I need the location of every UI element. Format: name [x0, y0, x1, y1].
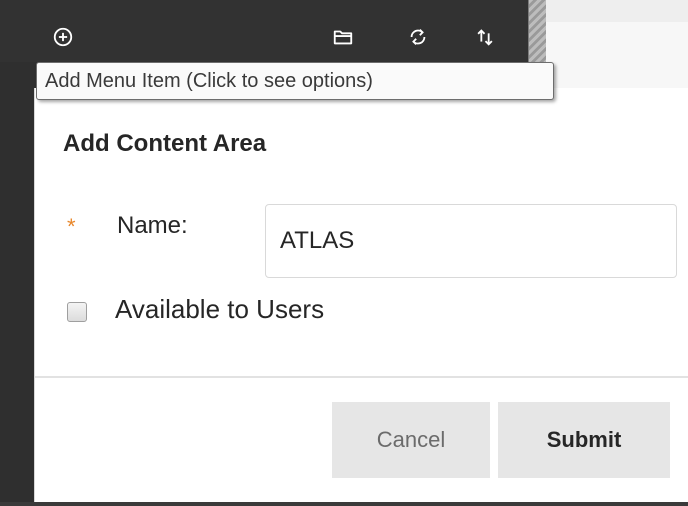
dialog-divider [35, 376, 688, 378]
refresh-glyph [410, 29, 426, 45]
folder-glyph [333, 30, 353, 45]
available-to-users-checkbox[interactable] [67, 302, 87, 322]
name-label: Name: [117, 212, 188, 239]
available-to-users-label[interactable]: Available to Users [115, 294, 324, 325]
submit-button[interactable]: Submit [498, 402, 670, 478]
required-marker: * [67, 214, 76, 239]
content-header-area [546, 0, 688, 88]
dialog-title: Add Content Area [63, 130, 267, 157]
sort-icon[interactable] [472, 24, 498, 50]
sort-glyph [477, 29, 493, 46]
refresh-icon[interactable] [405, 24, 431, 50]
app-window: Add Menu Item (Click to see options) Add… [0, 0, 688, 506]
course-menu-toolbar [0, 0, 528, 62]
content-header-band [546, 0, 688, 22]
folder-icon[interactable] [330, 24, 356, 50]
window-bottom-edge [0, 502, 688, 506]
add-circle-glyph [53, 27, 73, 47]
add-circle-icon[interactable] [50, 24, 76, 50]
cancel-button[interactable]: Cancel [332, 402, 490, 478]
add-menu-item-tooltip: Add Menu Item (Click to see options) [36, 62, 554, 100]
name-input[interactable]: ATLAS [265, 204, 677, 278]
add-content-area-dialog: Add Content Area * Name: ATLAS Available… [34, 88, 688, 502]
